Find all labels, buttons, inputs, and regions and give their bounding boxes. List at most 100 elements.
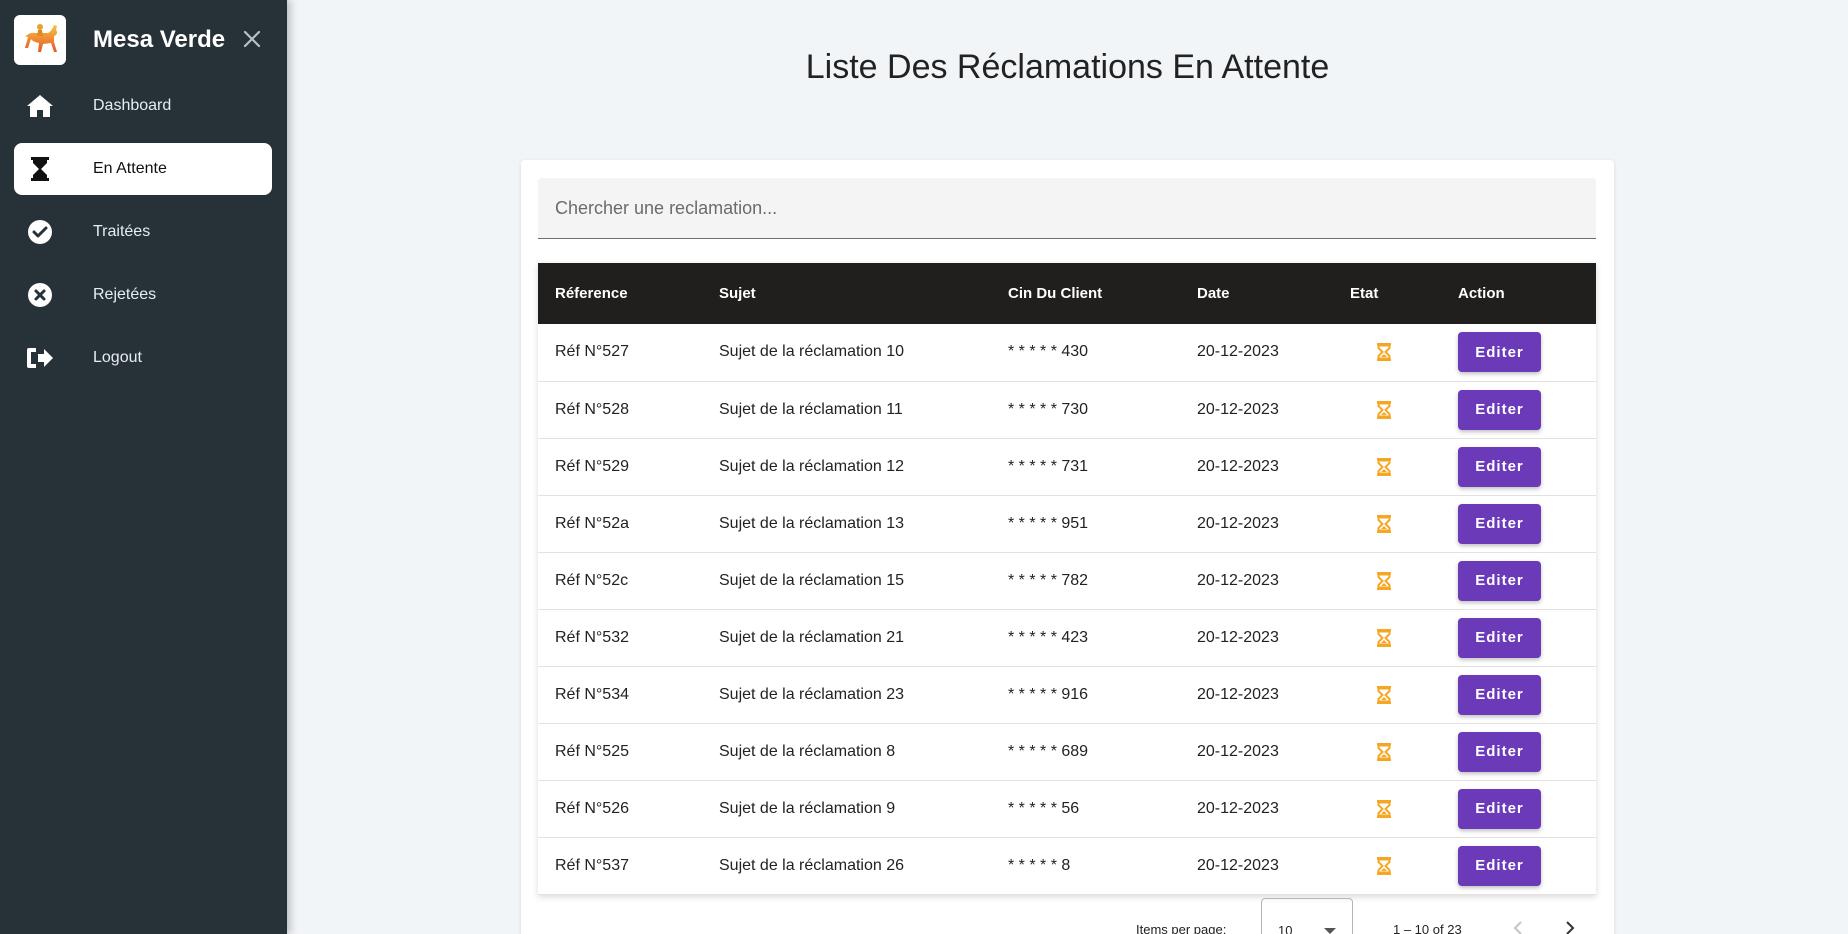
cell-reference: Réf N°52a bbox=[555, 514, 629, 532]
cell-client-cin: * * * * * 423 bbox=[1008, 628, 1089, 646]
brand-logo bbox=[14, 15, 66, 65]
search-field[interactable] bbox=[538, 178, 1596, 239]
cell-action: Editer bbox=[1441, 837, 1596, 894]
claims-table: Réference Sujet Cin Du Client Date Etat … bbox=[538, 263, 1596, 895]
sidebar-item-label: Logout bbox=[93, 349, 142, 366]
edit-button[interactable]: Editer bbox=[1458, 389, 1541, 430]
sidebar-item-dashboard[interactable]: Dashboard bbox=[14, 80, 272, 132]
hourglass-icon bbox=[1333, 343, 1423, 362]
cell-status bbox=[1333, 552, 1441, 609]
cell-action: Editer bbox=[1441, 666, 1596, 723]
cell-subject: Sujet de la réclamation 23 bbox=[719, 685, 904, 703]
next-page-button[interactable] bbox=[1563, 920, 1577, 934]
column-header[interactable]: Action bbox=[1441, 263, 1596, 324]
cell-client-cin: * * * * * 731 bbox=[1008, 457, 1089, 475]
table-row: Réf N°529 Sujet de la réclamation 12 * * *… bbox=[538, 438, 1596, 495]
edit-button[interactable]: Editer bbox=[1458, 332, 1541, 373]
cell-action: Editer bbox=[1441, 609, 1596, 666]
previous-page-button[interactable] bbox=[1511, 920, 1525, 934]
column-header[interactable]: Date bbox=[1180, 263, 1333, 324]
cell-action: Editer bbox=[1441, 324, 1596, 381]
edit-button[interactable]: Editer bbox=[1458, 446, 1541, 487]
hourglass-icon bbox=[1333, 742, 1423, 761]
column-header[interactable]: Cin Du Client bbox=[991, 263, 1180, 324]
sidebar-item-rejetees[interactable]: Rejetées bbox=[14, 269, 272, 321]
cell-date: 20-12-2023 bbox=[1197, 856, 1279, 874]
brand: Mesa Verde bbox=[14, 15, 274, 65]
cell-subject: Sujet de la réclamation 13 bbox=[719, 514, 904, 532]
cell-date: 20-12-2023 bbox=[1197, 742, 1279, 760]
edit-button[interactable]: Editer bbox=[1458, 503, 1541, 544]
cell-date: 20-12-2023 bbox=[1197, 457, 1279, 475]
table-row: Réf N°534 Sujet de la réclamation 23 * * *… bbox=[538, 666, 1596, 723]
cell-subject: Sujet de la réclamation 21 bbox=[719, 628, 904, 646]
cell-date: 20-12-2023 bbox=[1197, 400, 1279, 418]
cell-reference: Réf N°532 bbox=[555, 628, 629, 646]
cell-status bbox=[1333, 723, 1441, 780]
cell-client-cin: * * * * * 951 bbox=[1008, 514, 1089, 532]
column-header[interactable]: Sujet bbox=[702, 263, 991, 324]
sidebar: Mesa Verde Dashboard En Attente Traitées bbox=[0, 0, 287, 934]
edit-button[interactable]: Editer bbox=[1458, 845, 1541, 886]
chevron-down-icon bbox=[1324, 928, 1336, 934]
cell-reference: Réf N°534 bbox=[555, 685, 629, 703]
column-header[interactable]: Etat bbox=[1333, 263, 1441, 324]
home-icon bbox=[14, 93, 66, 119]
table-row: Réf N°527 Sujet de la réclamation 10 * * *… bbox=[538, 324, 1596, 381]
table-row: Réf N°52c Sujet de la réclamation 15 * * *… bbox=[538, 552, 1596, 609]
cell-reference: Réf N°537 bbox=[555, 856, 629, 874]
items-per-page-select[interactable]: 10 bbox=[1261, 898, 1353, 934]
cell-client-cin: * * * * * 782 bbox=[1008, 571, 1089, 589]
edit-button[interactable]: Editer bbox=[1458, 674, 1541, 715]
edit-button[interactable]: Editer bbox=[1458, 560, 1541, 601]
cell-client-cin: * * * * * 430 bbox=[1008, 343, 1089, 361]
cell-date: 20-12-2023 bbox=[1197, 799, 1279, 817]
cell-status bbox=[1333, 666, 1441, 723]
cell-subject: Sujet de la réclamation 9 bbox=[719, 799, 896, 817]
hourglass-icon bbox=[1333, 628, 1423, 647]
table-row: Réf N°525 Sujet de la réclamation 8 * * * … bbox=[538, 723, 1596, 780]
search-input[interactable] bbox=[538, 178, 1596, 238]
cell-status bbox=[1333, 381, 1441, 438]
paginator: Items per page: 10 1 – 10 of 23 bbox=[538, 898, 1596, 934]
cell-client-cin: * * * * * 916 bbox=[1008, 685, 1089, 703]
sidebar-item-logout[interactable]: Logout bbox=[14, 332, 272, 384]
table-row: Réf N°526 Sujet de la réclamation 9 * * * … bbox=[538, 780, 1596, 837]
column-header[interactable]: Réference bbox=[538, 263, 702, 324]
cell-reference: Réf N°529 bbox=[555, 457, 629, 475]
page-range-label: 1 – 10 of 23 bbox=[1393, 922, 1462, 934]
cell-reference: Réf N°525 bbox=[555, 742, 629, 760]
cell-client-cin: * * * * * 730 bbox=[1008, 400, 1089, 418]
hourglass-icon bbox=[1333, 514, 1423, 533]
cell-date: 20-12-2023 bbox=[1197, 685, 1279, 703]
logout-icon bbox=[14, 346, 66, 370]
cell-reference: Réf N°52c bbox=[555, 571, 629, 589]
edit-button[interactable]: Editer bbox=[1458, 788, 1541, 829]
edit-button[interactable]: Editer bbox=[1458, 617, 1541, 658]
check-circle-icon bbox=[14, 219, 66, 245]
cell-date: 20-12-2023 bbox=[1197, 514, 1279, 532]
hourglass-icon bbox=[1333, 571, 1423, 590]
cell-date: 20-12-2023 bbox=[1197, 628, 1279, 646]
items-per-page-label: Items per page: bbox=[1136, 922, 1227, 934]
edit-button[interactable]: Editer bbox=[1458, 731, 1541, 772]
cell-subject: Sujet de la réclamation 15 bbox=[719, 571, 904, 589]
table-row: Réf N°52a Sujet de la réclamation 13 * * *… bbox=[538, 495, 1596, 552]
hourglass-icon bbox=[1333, 400, 1423, 419]
hourglass-icon bbox=[14, 156, 66, 182]
cell-action: Editer bbox=[1441, 438, 1596, 495]
cell-action: Editer bbox=[1441, 552, 1596, 609]
close-sidebar-button[interactable] bbox=[240, 27, 264, 51]
sidebar-item-en-attente[interactable]: En Attente bbox=[14, 143, 272, 195]
cell-client-cin: * * * * * 689 bbox=[1008, 742, 1089, 760]
sidebar-item-label: Rejetées bbox=[93, 286, 157, 303]
cell-subject: Sujet de la réclamation 26 bbox=[719, 856, 904, 874]
cell-subject: Sujet de la réclamation 10 bbox=[719, 343, 904, 361]
close-icon bbox=[243, 30, 261, 48]
chevron-right-icon bbox=[1566, 921, 1575, 934]
sidebar-item-traitees[interactable]: Traitées bbox=[14, 206, 272, 258]
cell-action: Editer bbox=[1441, 723, 1596, 780]
cell-status bbox=[1333, 495, 1441, 552]
hourglass-icon bbox=[1333, 457, 1423, 476]
cell-reference: Réf N°528 bbox=[555, 400, 629, 418]
